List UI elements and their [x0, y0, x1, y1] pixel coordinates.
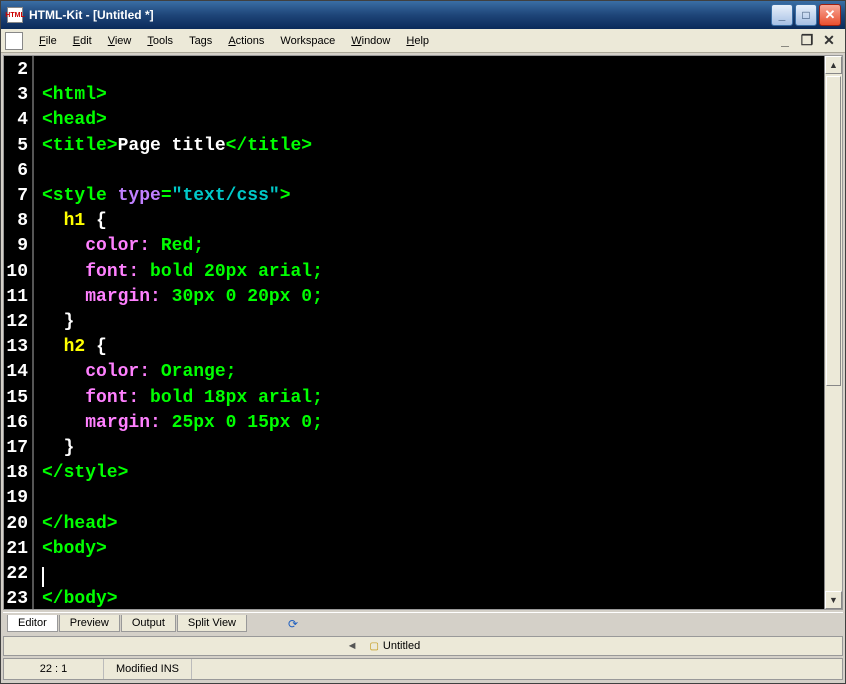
mdi-close-icon[interactable]: ✕ — [821, 32, 837, 49]
app-icon: HTML — [7, 7, 23, 23]
menu-actions[interactable]: Actions — [220, 32, 272, 50]
menu-tags[interactable]: Tags — [181, 32, 220, 50]
menu-workspace[interactable]: Workspace — [272, 32, 343, 50]
statusbar: 22 : 1 Modified INS — [3, 658, 843, 680]
tab-preview[interactable]: Preview — [59, 615, 120, 632]
refresh-icon[interactable]: ⟳ — [288, 617, 298, 631]
tab-split-view[interactable]: Split View — [177, 615, 247, 632]
vertical-scrollbar[interactable]: ▲ ▼ — [824, 56, 842, 609]
maximize-button[interactable]: □ — [795, 4, 817, 26]
editor-area: 2 3 4 5 6 7 8 9 10 11 12 13 14 15 16 17 … — [3, 55, 843, 610]
window-buttons: _ □ ✕ — [771, 4, 841, 26]
menu-file[interactable]: File — [31, 32, 65, 50]
menu-help[interactable]: Help — [398, 32, 437, 50]
menu-view[interactable]: View — [100, 32, 140, 50]
window-title: HTML-Kit - [Untitled *] — [29, 8, 771, 22]
app-menu-icon[interactable] — [5, 32, 23, 50]
scroll-up-button[interactable]: ▲ — [825, 56, 842, 74]
cursor-position: 22 : 1 — [4, 659, 104, 679]
close-button[interactable]: ✕ — [819, 4, 841, 26]
doc-tab-prev-icon[interactable]: ◄ — [343, 640, 362, 652]
scroll-down-button[interactable]: ▼ — [825, 591, 842, 609]
scroll-track[interactable] — [825, 74, 842, 591]
tab-output[interactable]: Output — [121, 615, 176, 632]
editor-mode: Modified INS — [104, 659, 192, 679]
mdi-restore-icon[interactable]: ❐ — [799, 32, 815, 49]
menu-tools[interactable]: Tools — [139, 32, 181, 50]
line-gutter: 2 3 4 5 6 7 8 9 10 11 12 13 14 15 16 17 … — [4, 56, 34, 609]
mdi-minimize-icon[interactable]: _ — [777, 32, 793, 49]
mdi-buttons: _ ❐ ✕ — [777, 32, 837, 49]
view-tabs: EditorPreviewOutputSplit View ⟳ — [3, 612, 843, 634]
code-editor[interactable]: <html><head><title>Page title</title> <s… — [34, 56, 824, 609]
tab-editor[interactable]: Editor — [7, 615, 58, 632]
document-tabs: ◄ ▢ Untitled — [3, 636, 843, 656]
minimize-button[interactable]: _ — [771, 4, 793, 26]
menu-window[interactable]: Window — [343, 32, 398, 50]
scroll-thumb[interactable] — [826, 76, 841, 386]
titlebar: HTML HTML-Kit - [Untitled *] _ □ ✕ — [1, 1, 845, 29]
menubar: FileEditViewToolsTagsActionsWorkspaceWin… — [1, 29, 845, 53]
document-icon: ▢ — [369, 641, 378, 652]
menu-edit[interactable]: Edit — [65, 32, 100, 50]
document-tab-label: Untitled — [383, 640, 420, 652]
document-tab[interactable]: ▢ Untitled — [361, 640, 428, 652]
